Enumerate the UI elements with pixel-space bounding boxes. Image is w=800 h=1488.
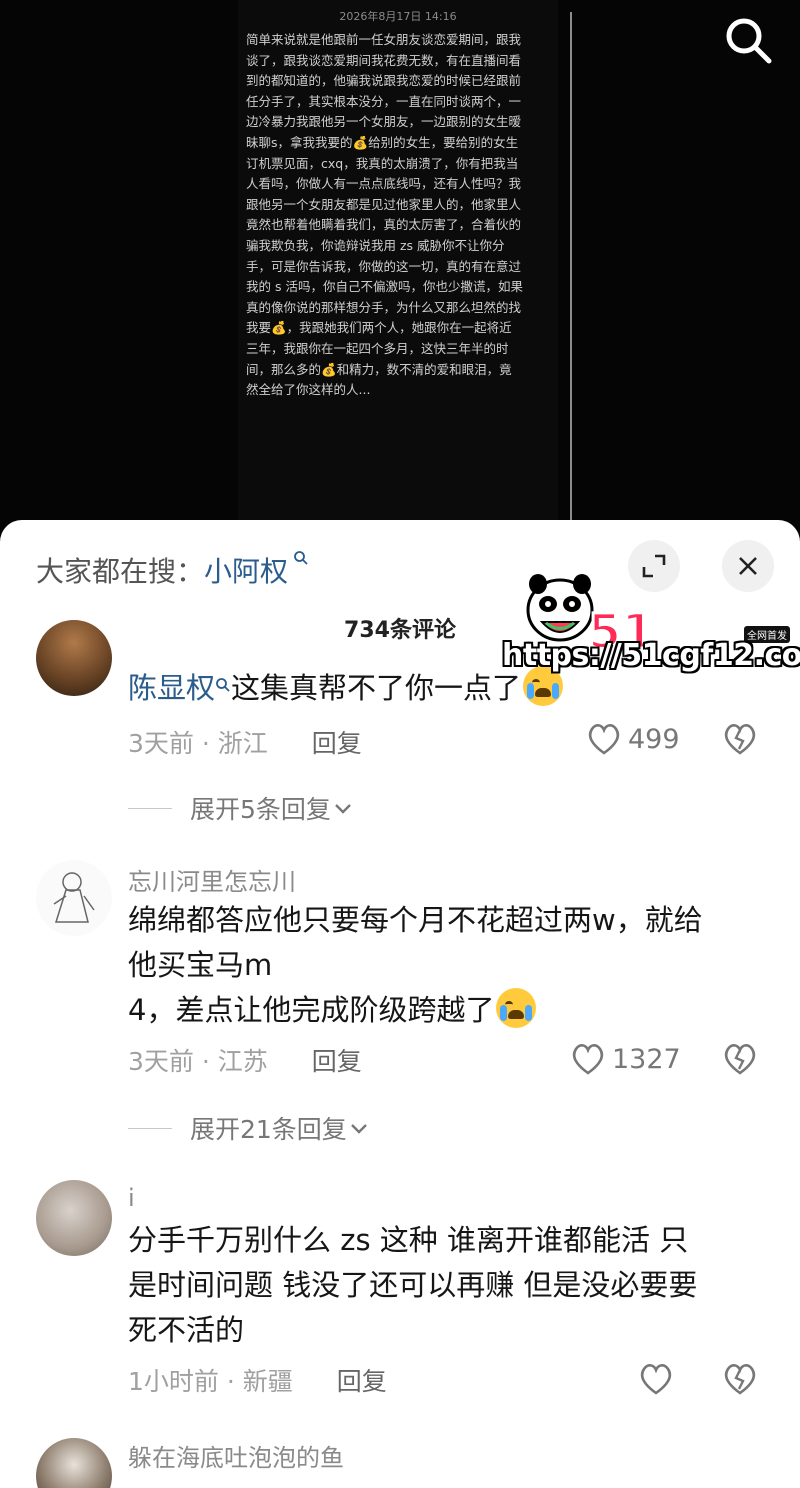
- message-line: 然全给了你这样的人...: [246, 382, 371, 398]
- message-line: 真的像你说的那样想分手，为什么又那么坦然的找: [246, 299, 522, 315]
- meta-separator: ·: [201, 1047, 210, 1076]
- meta-separator: ·: [201, 729, 210, 758]
- comment-author[interactable]: 躲在海底吐泡泡的鱼: [128, 1438, 344, 1473]
- meta-separator: ·: [226, 1367, 235, 1396]
- message-line: 订机票见面，cxq，我真的太崩溃了，你有把我当: [246, 155, 519, 171]
- comment-time: 3天前: [128, 729, 194, 758]
- mention-name[interactable]: 陈显权: [128, 671, 215, 705]
- avatar[interactable]: [36, 620, 112, 696]
- comment-author[interactable]: 忘川河里怎忘川: [128, 862, 296, 897]
- reply-button[interactable]: 回复: [312, 1047, 362, 1076]
- comment-meta: 3天前 · 浙江 回复: [128, 724, 362, 760]
- comment-text: 分手千万别什么 zs 这种 谁离开谁都能活 只 是时间问题 钱没了还可以再赚 但…: [128, 1218, 768, 1353]
- comment-line: 是时间问题 钱没了还可以再赚 但是没必要要: [128, 1268, 698, 1302]
- message-line: 到的都知道的，他骗我说跟我恋爱的时候已经跟前: [246, 73, 522, 89]
- search-button[interactable]: [722, 14, 774, 66]
- comment-meta: 1小时前 · 新疆 回复: [128, 1362, 387, 1398]
- dislike-icon: [724, 1364, 756, 1395]
- replies-divider: [128, 807, 172, 809]
- trending-search[interactable]: 大家都在搜：小阿权: [36, 550, 309, 590]
- comment-region: 新疆: [242, 1367, 293, 1396]
- watermark: 51吃瓜 全网首发 https://51cgf12.com: [500, 568, 800, 678]
- comment-line: 分手千万别什么 zs 这种 谁离开谁都能活 只: [128, 1223, 689, 1257]
- message-line: 我的 s 活吗，你自己不偏激吗，你也少撒谎，如果: [246, 279, 523, 295]
- comment-author[interactable]: i: [128, 1184, 135, 1212]
- comment-line: 绵绵都答应他只要每个月不花超过两w，就给: [128, 903, 703, 937]
- reply-button[interactable]: 回复: [337, 1367, 387, 1396]
- expand-replies-label: 展开21条回复: [190, 1115, 347, 1144]
- message-line: 跟他另一个女朋友都是见过他家里人的，他家里人: [246, 196, 522, 212]
- reply-button[interactable]: 回复: [312, 729, 362, 758]
- message-line: 昧聊s，拿我我要的💰给别的女生，要给别的女生: [246, 134, 519, 150]
- heart-icon: [588, 724, 620, 755]
- like-button[interactable]: [638, 1362, 680, 1396]
- sketch-avatar-icon: [53, 872, 95, 923]
- message-line: 三年，我跟你在一起四个多月，这快三年半的时: [246, 340, 509, 356]
- message-line: 简单来说就是他跟前一任女朋友谈恋爱期间，跟我: [246, 32, 522, 47]
- avatar[interactable]: [36, 860, 112, 936]
- comment-time: 1小时前: [128, 1367, 219, 1396]
- comment-body: 这集真帮不了你一点了: [231, 671, 522, 705]
- heart-icon: [640, 1364, 672, 1395]
- comment-region: 江苏: [217, 1047, 268, 1076]
- comment-time: 3天前: [128, 1047, 194, 1076]
- search-superscript-icon: [288, 551, 309, 570]
- message-line: 竟然也帮着他瞒着我们，真的太厉害了，合着伙的: [246, 217, 522, 233]
- comment-line: 4，差点让他完成阶级跨越了: [128, 988, 768, 1033]
- comment-meta: 3天前 · 江苏 回复: [128, 1042, 362, 1078]
- message-line: 我要💰，我跟她我们两个人，她跟你在一起将近: [246, 320, 512, 336]
- dislike-icon: [724, 724, 756, 755]
- heart-icon: [572, 1044, 604, 1075]
- expand-replies-label: 展开5条回复: [190, 795, 331, 824]
- chevron-down-icon: [350, 1124, 367, 1134]
- trending-search-keyword[interactable]: 小阿权: [204, 555, 288, 588]
- chat-screenshot: 2026年8月17日 14:16 简单来说就是他跟前一任女朋友谈恋爱期间，跟我 …: [238, 0, 558, 520]
- replies-divider: [128, 1127, 172, 1129]
- like-count: 499: [628, 723, 680, 755]
- like-button[interactable]: 499: [586, 722, 680, 756]
- comment-line-text: 4，差点让他完成阶级跨越了: [128, 993, 495, 1027]
- like-count: 1327: [612, 1043, 681, 1075]
- message-line: 边冷暴力我跟他另一个女朋友，一边跟别的女生暧: [246, 114, 522, 130]
- message-line: 谈了，跟我谈恋爱期间我花费无数，有在直播间看: [246, 52, 522, 68]
- crying-emoji-icon: [496, 988, 537, 1028]
- comment-region: 浙江: [217, 729, 268, 758]
- watermark-url: https://51cgf12.com: [502, 638, 800, 673]
- progress-divider: [570, 12, 572, 520]
- video-area: 2026年8月17日 14:16 简单来说就是他跟前一任女朋友谈恋爱期间，跟我 …: [0, 0, 800, 540]
- dislike-icon: [724, 1044, 756, 1075]
- comment-line: 死不活的: [128, 1313, 245, 1347]
- avatar[interactable]: [36, 1438, 112, 1488]
- comment-line: 他买宝马m: [128, 948, 273, 982]
- search-superscript-icon: [215, 678, 231, 697]
- trending-search-prefix: 大家都在搜：: [36, 555, 205, 588]
- message-line: 手，可是你告诉我，你做的这一切，真的有在意过: [246, 258, 522, 274]
- dislike-button[interactable]: [722, 1362, 758, 1400]
- like-button[interactable]: 1327: [570, 1042, 681, 1076]
- comment-text: 绵绵都答应他只要每个月不花超过两w，就给 他买宝马m 4，差点让他完成阶级跨越了: [128, 898, 768, 1033]
- screenshot-timestamp: 2026年8月17日 14:16: [339, 10, 457, 23]
- dislike-button[interactable]: [722, 1042, 758, 1080]
- message-line: 任分手了，其实根本没分，一直在同时谈两个，一: [246, 93, 522, 109]
- message-line: 人看吗，你做人有一点点底线吗，还有人性吗？我: [246, 176, 522, 192]
- dislike-button[interactable]: [722, 722, 758, 760]
- avatar[interactable]: [36, 1180, 112, 1256]
- message-line: 骗我欺负我，你诡辩说我用 zs 威胁你不让你分: [246, 237, 505, 253]
- expand-replies-button[interactable]: 展开21条回复: [128, 1110, 371, 1146]
- search-icon: [726, 18, 772, 64]
- screenshot-message: 简单来说就是他跟前一任女朋友谈恋爱期间，跟我 谈了，跟我谈恋爱期间我花费无数，有…: [246, 30, 552, 401]
- chevron-down-icon: [335, 804, 351, 814]
- message-line: 间，那么多的💰和精力，数不清的爱和眼泪，竟: [246, 361, 512, 377]
- expand-replies-button[interactable]: 展开5条回复: [128, 790, 355, 826]
